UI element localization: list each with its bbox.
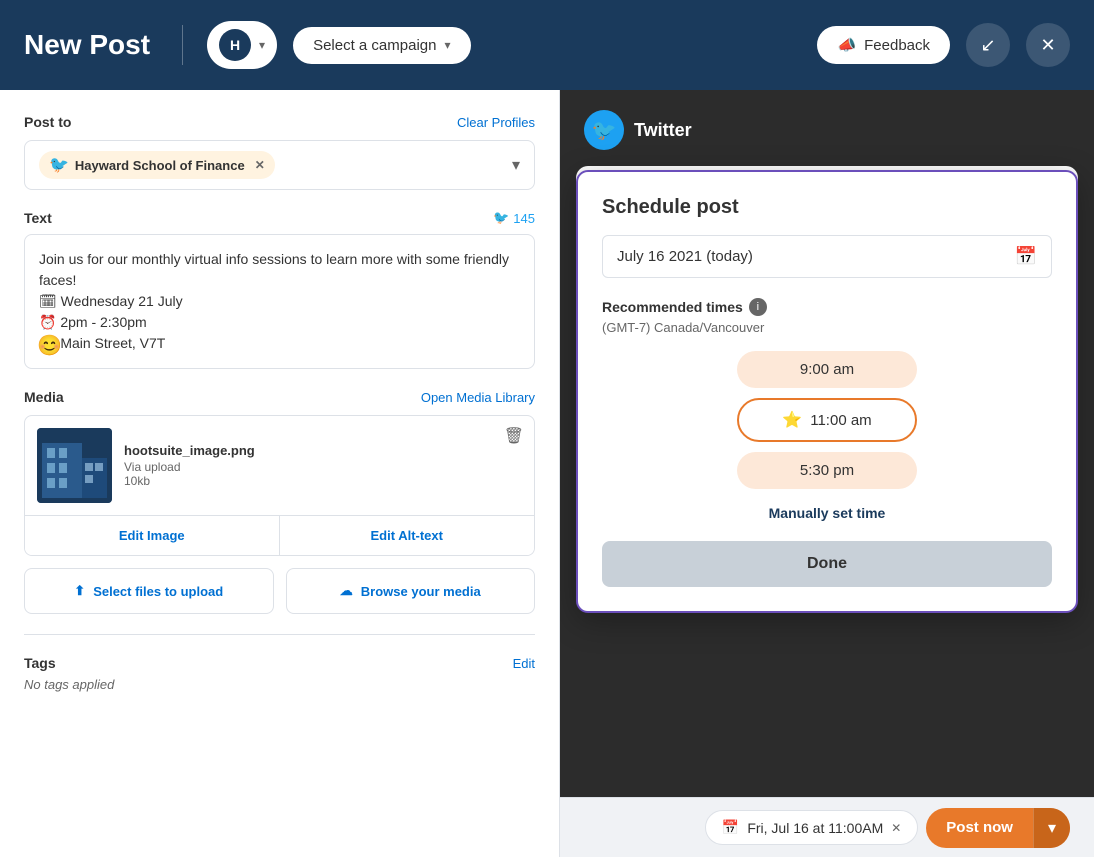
- schedule-date-label: Fri, Jul 16 at 11:00AM: [747, 820, 883, 836]
- post-now-button[interactable]: Post now ▾: [926, 808, 1070, 848]
- browse-media-button[interactable]: ☁ Browse your media: [286, 568, 536, 614]
- profile-name: Hayward School of Finance: [75, 158, 245, 173]
- bottom-bar: 📅 Fri, Jul 16 at 11:00AM ✕ Post now ▾: [560, 797, 1094, 857]
- media-section: Media Open Media Library: [24, 389, 535, 614]
- left-panel: Post to Clear Profiles 🐦 Hayward School …: [0, 90, 560, 857]
- date-value: July 16 2021 (today): [617, 248, 753, 265]
- open-media-library-link[interactable]: Open Media Library: [421, 390, 535, 405]
- chevron-down-icon: ▾: [259, 38, 265, 52]
- browse-media-label: Browse your media: [361, 584, 481, 599]
- recommended-label: Recommended times: [602, 299, 743, 315]
- tags-section: Tags Edit No tags applied: [24, 655, 535, 692]
- cloud-icon: ☁: [340, 583, 353, 599]
- page-title: New Post: [24, 29, 150, 61]
- twitter-icon-small: 🐦: [493, 210, 509, 226]
- select-files-label: Select files to upload: [93, 584, 223, 599]
- time-option-9am[interactable]: 9:00 am: [737, 351, 917, 388]
- done-button[interactable]: Done: [602, 541, 1052, 587]
- edit-image-button[interactable]: Edit Image: [25, 516, 280, 555]
- trash-icon: 🗑: [504, 428, 524, 445]
- header-divider: [182, 25, 183, 65]
- schedule-overlay: Schedule post July 16 2021 (today) 📅 Rec…: [576, 170, 1078, 613]
- minimize-button[interactable]: ↙: [966, 23, 1010, 67]
- profile-tag: 🐦 Hayward School of Finance ✕: [39, 151, 275, 179]
- emoji-button[interactable]: 😊: [37, 333, 62, 358]
- post-to-section: Post to Clear Profiles 🐦 Hayward School …: [24, 114, 535, 190]
- manual-set-time-link[interactable]: Manually set time: [602, 505, 1052, 521]
- time-option-530pm[interactable]: 5:30 pm: [737, 452, 917, 489]
- schedule-pill[interactable]: 📅 Fri, Jul 16 at 11:00AM ✕: [705, 810, 918, 845]
- megaphone-icon: 📣: [837, 36, 856, 54]
- tags-header: Tags Edit: [24, 655, 535, 671]
- text-section-header: Text 🐦 145: [24, 210, 535, 226]
- clear-profiles-link[interactable]: Clear Profiles: [457, 115, 535, 130]
- schedule-title: Schedule post: [602, 196, 1052, 219]
- time-options: 9:00 am ⭐ 11:00 am 5:30 pm: [602, 351, 1052, 489]
- info-icon[interactable]: i: [749, 298, 767, 316]
- char-count-value: 145: [513, 211, 535, 226]
- media-actions: Edit Image Edit Alt-text: [24, 516, 535, 556]
- remove-profile-icon[interactable]: ✕: [255, 158, 265, 172]
- time-label-9am: 9:00 am: [800, 361, 854, 378]
- remove-schedule-icon[interactable]: ✕: [891, 821, 901, 835]
- calendar-small-icon: 📅: [722, 819, 739, 836]
- chevron-down-icon: ▾: [444, 38, 450, 52]
- post-to-header: Post to Clear Profiles: [24, 114, 535, 130]
- twitter-label: Twitter: [634, 120, 692, 141]
- chevron-down-icon[interactable]: ▾: [1033, 808, 1070, 848]
- twitter-bird-large-icon: 🐦: [592, 118, 617, 143]
- twitter-preview-header: 🐦 Twitter: [560, 90, 1094, 166]
- minimize-icon: ↙: [980, 35, 995, 56]
- tags-label: Tags: [24, 655, 56, 671]
- close-icon: ✕: [1040, 35, 1055, 56]
- main-content: Post to Clear Profiles 🐦 Hayward School …: [0, 90, 1094, 857]
- time-option-11am[interactable]: ⭐ 11:00 am: [737, 398, 917, 442]
- right-panel: 🐦 Twitter HSF Hayward School of Fina... …: [560, 90, 1094, 857]
- recommended-header: Recommended times i: [602, 298, 1052, 316]
- header: New Post H ▾ Select a campaign ▾ 📣 Feedb…: [0, 0, 1094, 90]
- select-files-button[interactable]: ⬆ Select files to upload: [24, 568, 274, 614]
- media-header: Media Open Media Library: [24, 389, 535, 405]
- upload-section: ⬆ Select files to upload ☁ Browse your m…: [24, 568, 535, 614]
- time-label-530pm: 5:30 pm: [800, 462, 854, 479]
- media-size: 10kb: [124, 474, 522, 488]
- chevron-down-icon: ▾: [512, 155, 520, 175]
- star-icon: ⭐: [782, 410, 802, 430]
- close-button[interactable]: ✕: [1026, 23, 1070, 67]
- post-now-label: Post now: [926, 809, 1033, 846]
- date-input[interactable]: July 16 2021 (today) 📅: [602, 235, 1052, 278]
- media-filename: hootsuite_image.png: [124, 443, 522, 458]
- media-thumbnail: [37, 428, 112, 503]
- media-info: hootsuite_image.png Via upload 10kb: [124, 443, 522, 488]
- profile-dropdown[interactable]: 🐦 Hayward School of Finance ✕ ▾: [24, 140, 535, 190]
- no-tags-text: No tags applied: [24, 677, 535, 692]
- media-source: Via upload: [124, 460, 522, 474]
- campaign-select-label: Select a campaign: [313, 37, 436, 54]
- tags-edit-link[interactable]: Edit: [513, 656, 535, 671]
- delete-media-button[interactable]: 🗑: [504, 426, 524, 446]
- media-label: Media: [24, 389, 64, 405]
- divider: [24, 634, 535, 635]
- text-section: Text 🐦 145 Join us for our monthly virtu…: [24, 210, 535, 369]
- time-label-11am: 11:00 am: [810, 412, 871, 429]
- media-item: hootsuite_image.png Via upload 10kb 🗑: [24, 415, 535, 516]
- text-input-area[interactable]: Join us for our monthly virtual info ses…: [24, 234, 535, 369]
- twitter-icon: 🐦: [584, 110, 624, 150]
- text-label: Text: [24, 210, 52, 226]
- campaign-select-button[interactable]: Select a campaign ▾: [293, 27, 470, 64]
- feedback-label: Feedback: [864, 37, 930, 54]
- upload-icon: ⬆: [74, 583, 85, 599]
- hootsuite-avatar: H: [219, 29, 251, 61]
- post-to-label: Post to: [24, 114, 71, 130]
- text-content: Join us for our monthly virtual info ses…: [39, 249, 520, 354]
- hootsuite-account-button[interactable]: H ▾: [207, 21, 277, 69]
- char-count: 🐦 145: [493, 210, 535, 226]
- edit-alttext-button[interactable]: Edit Alt-text: [280, 516, 535, 555]
- calendar-icon[interactable]: 📅: [1015, 246, 1037, 267]
- timezone: (GMT-7) Canada/Vancouver: [602, 320, 1052, 335]
- twitter-bird-icon: 🐦: [49, 155, 69, 175]
- feedback-button[interactable]: 📣 Feedback: [817, 26, 950, 64]
